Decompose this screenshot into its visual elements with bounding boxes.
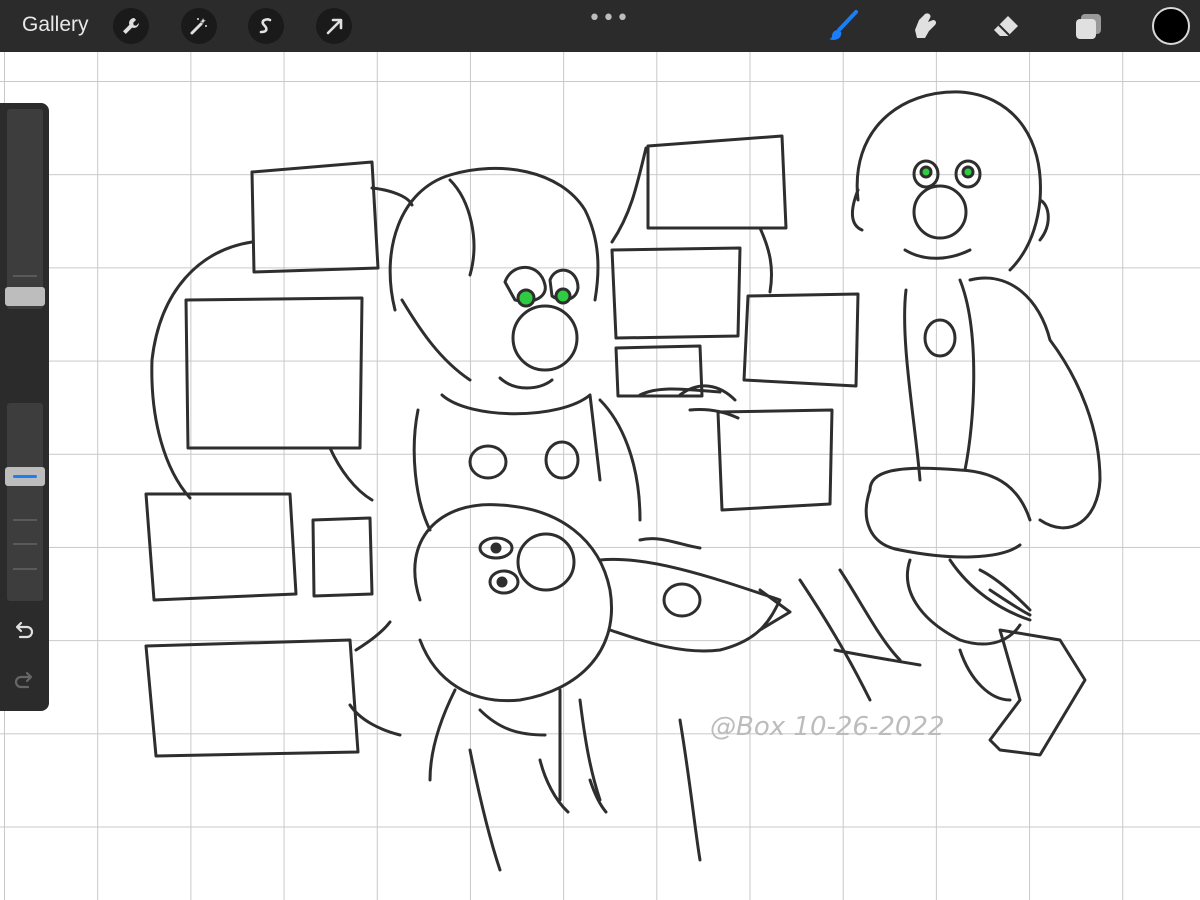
eraser-icon: [994, 16, 1018, 36]
color-picker-button[interactable]: [1152, 7, 1190, 45]
wrench-icon: [123, 18, 139, 34]
smudge-icon: [915, 13, 937, 38]
transform-button[interactable]: [316, 8, 352, 44]
top-toolbar: Gallery •••: [0, 0, 1200, 52]
selection-icon: [259, 18, 272, 34]
brush-icon: [829, 10, 858, 40]
slider-tick: [13, 568, 37, 570]
left-sidebar: [0, 103, 49, 711]
transform-arrow-icon: [326, 18, 343, 35]
actions-button[interactable]: [113, 8, 149, 44]
redo-icon[interactable]: [12, 669, 36, 693]
undo-icon[interactable]: [12, 619, 36, 643]
smudge-tool-button[interactable]: [907, 8, 943, 44]
brush-size-slider[interactable]: [7, 109, 43, 309]
slider-tick: [13, 275, 37, 277]
signature-text: @Box 10-26-2022: [710, 712, 945, 742]
adjustments-button[interactable]: [181, 8, 217, 44]
magic-wand-icon: [190, 18, 207, 35]
brush-size-thumb[interactable]: [5, 287, 45, 306]
more-menu-button[interactable]: •••: [588, 6, 630, 31]
layers-button[interactable]: [1071, 8, 1107, 44]
paint-tool-button[interactable]: [826, 8, 862, 44]
opacity-slider[interactable]: [7, 403, 43, 601]
gallery-button[interactable]: Gallery: [22, 13, 89, 37]
slider-tick: [13, 519, 37, 521]
sketch-artwork: @Box 10-26-2022: [144, 90, 1102, 872]
slider-tick: [13, 543, 37, 545]
eraser-tool-button[interactable]: [988, 8, 1024, 44]
selection-button[interactable]: [248, 8, 284, 44]
opacity-thumb[interactable]: [5, 467, 45, 486]
layers-icon: [1076, 14, 1101, 39]
